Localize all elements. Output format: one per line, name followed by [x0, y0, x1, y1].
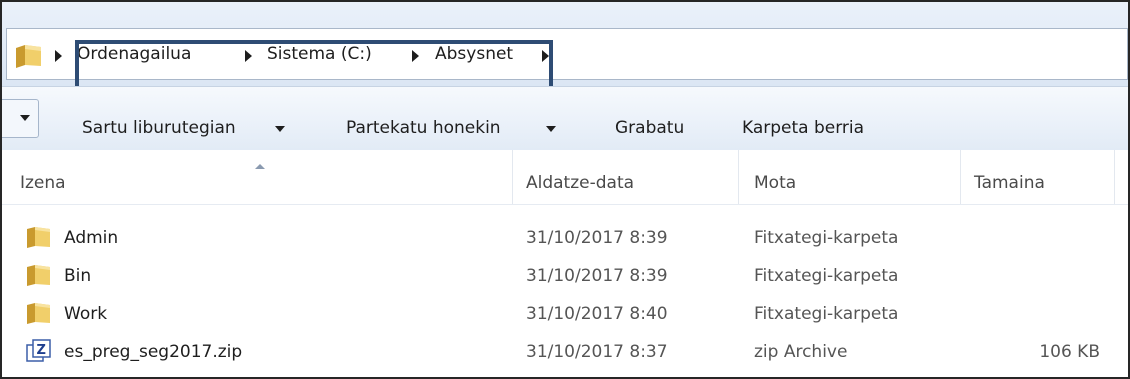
column-date[interactable]: Aldatze-data [526, 172, 634, 194]
svg-text:Z: Z [37, 343, 46, 358]
file-date: 31/10/2017 8:39 [526, 266, 668, 286]
dropdown-arrow-icon[interactable] [546, 126, 556, 132]
file-row[interactable]: Work 31/10/2017 8:40 Fitxategi-karpeta [2, 295, 1128, 333]
file-date: 31/10/2017 8:37 [526, 342, 668, 362]
file-name: Bin [64, 266, 92, 286]
explorer-window: Ordenagailua Sistema (C:) Absysnet Sartu… [0, 0, 1130, 379]
file-name: es_preg_seg2017.zip [64, 342, 243, 362]
sort-ascending-icon [255, 164, 265, 169]
file-row[interactable]: Admin 31/10/2017 8:39 Fitxategi-karpeta [2, 219, 1128, 257]
file-type: zip Archive [754, 342, 848, 362]
column-divider[interactable] [738, 150, 739, 204]
column-divider[interactable] [512, 150, 513, 204]
breadcrumb-arrow-icon[interactable] [55, 50, 62, 62]
command-bar: Sartu liburutegian Partekatu honekin Gra… [2, 86, 1128, 151]
file-date: 31/10/2017 8:39 [526, 228, 668, 248]
dropdown-arrow-icon [20, 115, 30, 121]
folder-icon [15, 43, 43, 73]
share-with-button[interactable]: Partekatu honekin [346, 117, 501, 139]
file-row[interactable]: Bin 31/10/2017 8:39 Fitxategi-karpeta [2, 257, 1128, 295]
burn-button[interactable]: Grabatu [615, 117, 684, 139]
column-divider[interactable] [1114, 150, 1115, 204]
column-name[interactable]: Izena [20, 172, 66, 194]
file-type: Fitxategi-karpeta [754, 228, 899, 248]
file-row[interactable]: Z es_preg_seg2017.zip 31/10/2017 8:37 zi… [2, 333, 1128, 371]
dropdown-arrow-icon[interactable] [275, 126, 285, 132]
address-area: Ordenagailua Sistema (C:) Absysnet [2, 2, 1128, 96]
file-size: 106 KB [1039, 342, 1100, 362]
column-size[interactable]: Tamaina [974, 172, 1045, 194]
file-name: Work [64, 304, 108, 324]
column-type[interactable]: Mota [754, 172, 796, 194]
file-type: Fitxategi-karpeta [754, 266, 899, 286]
column-header: Izena Aldatze-data Mota Tamaina [2, 150, 1128, 205]
column-divider[interactable] [960, 150, 961, 204]
address-bar[interactable]: Ordenagailua Sistema (C:) Absysnet [6, 28, 1128, 96]
folder-icon [26, 301, 52, 329]
file-type: Fitxategi-karpeta [754, 304, 899, 324]
include-in-library-button[interactable]: Sartu liburutegian [82, 117, 236, 139]
file-name: Admin [64, 228, 119, 248]
new-folder-button[interactable]: Karpeta berria [742, 117, 864, 139]
organize-button[interactable] [2, 99, 39, 138]
folder-icon [26, 225, 52, 253]
folder-icon [26, 263, 52, 291]
zip-file-icon: Z [26, 339, 52, 367]
file-date: 31/10/2017 8:40 [526, 304, 668, 324]
